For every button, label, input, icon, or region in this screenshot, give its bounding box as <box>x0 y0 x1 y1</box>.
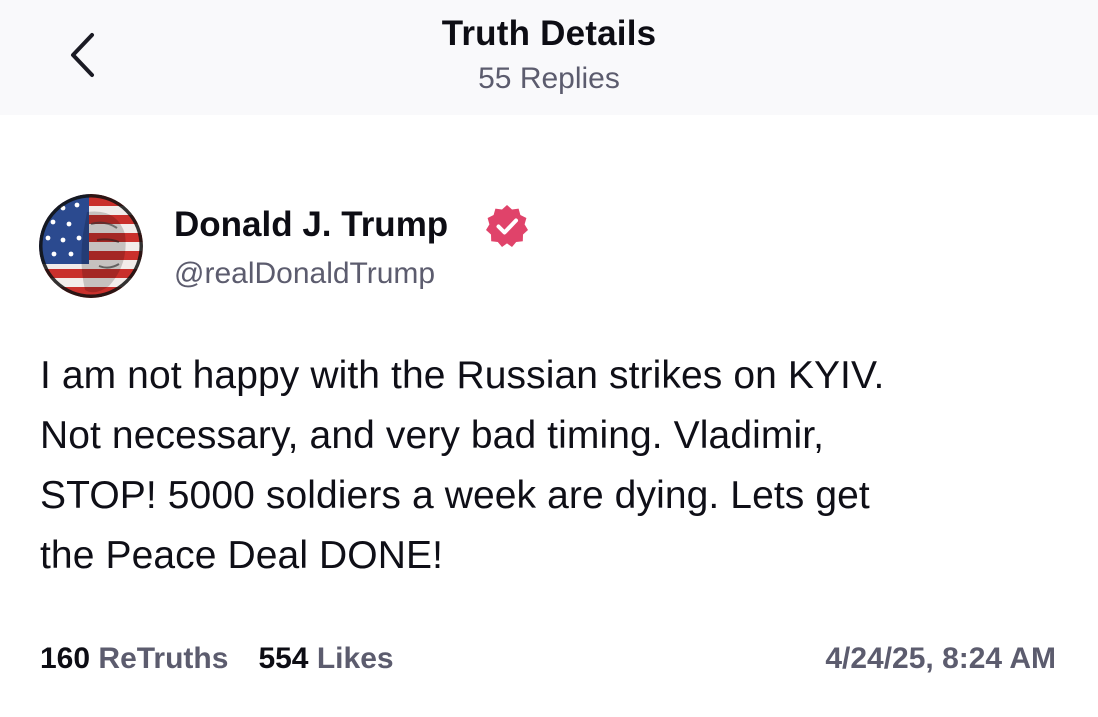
likes-stat[interactable]: 554 Likes <box>258 642 393 676</box>
post-stats: 160 ReTruths 554 Likes <box>40 642 394 676</box>
post-text-line: STOP! 5000 soldiers a week are dying. Le… <box>40 474 870 517</box>
top-bar: Truth Details 55 Replies <box>0 0 1098 115</box>
avatar-image <box>39 194 143 298</box>
page-title: Truth Details <box>441 14 657 53</box>
retruths-count: 160 <box>40 642 91 675</box>
retruths-label: ReTruths <box>98 642 229 675</box>
truth-details-screen: Truth Details 55 Replies Donald J. Trump… <box>0 0 1098 717</box>
likes-label: Likes <box>316 642 394 675</box>
likes-count: 554 <box>258 642 309 675</box>
post-text: I am not happy with the Russian strikes … <box>40 346 1050 586</box>
author-name[interactable]: Donald J. Trump <box>174 205 448 245</box>
verified-badge-icon <box>484 203 530 249</box>
post-text-line: Not necessary, and very bad timing. Vlad… <box>40 414 825 457</box>
retruths-stat[interactable]: 160 ReTruths <box>40 642 228 676</box>
replies-count[interactable]: 55 Replies <box>0 62 1098 96</box>
post-text-line: I am not happy with the Russian strikes … <box>40 354 885 397</box>
post-text-line: the Peace Deal DONE! <box>40 534 444 577</box>
author-handle[interactable]: @realDonaldTrump <box>174 257 435 291</box>
post-timestamp: 4/24/25, 8:24 AM <box>825 642 1056 675</box>
avatar[interactable] <box>39 194 143 298</box>
